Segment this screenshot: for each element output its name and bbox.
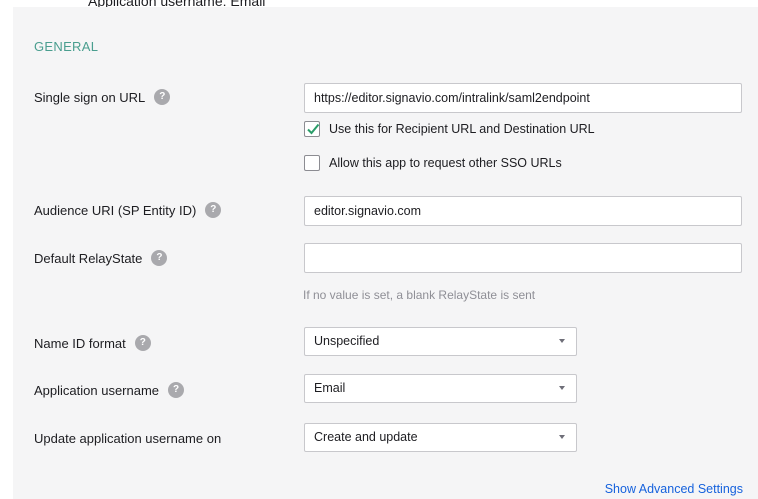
other-sso-checkbox-label: Allow this app to request other SSO URLs — [329, 156, 562, 170]
audience-uri-label: Audience URI (SP Entity ID) ? — [34, 202, 222, 218]
audience-uri-label-text: Audience URI (SP Entity ID) — [34, 202, 197, 218]
recipient-url-checkbox-row[interactable]: Use this for Recipient URL and Destinati… — [304, 121, 595, 137]
app-username-value: Email — [314, 381, 346, 395]
other-sso-checkbox[interactable] — [304, 155, 320, 171]
update-username-on-label: Update application username on — [34, 431, 221, 446]
app-username-label: Application username ? — [34, 382, 185, 398]
caret-down-icon — [559, 435, 565, 439]
update-username-on-select[interactable]: Create and update — [304, 423, 577, 452]
help-icon[interactable]: ? — [134, 335, 151, 351]
recipient-url-checkbox[interactable] — [304, 121, 320, 137]
audience-uri-input[interactable] — [304, 196, 742, 226]
app-username-select[interactable]: Email — [304, 374, 577, 403]
section-title: GENERAL — [34, 39, 99, 54]
recipient-url-checkbox-label: Use this for Recipient URL and Destinati… — [329, 122, 595, 136]
relay-state-label: Default RelayState ? — [34, 250, 168, 266]
help-icon[interactable]: ? — [205, 202, 222, 218]
checkmark-icon — [307, 123, 320, 135]
update-username-on-value: Create and update — [314, 430, 418, 444]
relay-state-input[interactable] — [304, 243, 742, 273]
caret-down-icon — [559, 339, 565, 343]
relay-state-label-text: Default RelayState — [34, 250, 143, 266]
caret-down-icon — [559, 386, 565, 390]
name-id-format-select[interactable]: Unspecified — [304, 327, 577, 356]
sso-url-label: Single sign on URL ? — [34, 89, 171, 105]
name-id-format-value: Unspecified — [314, 334, 380, 348]
help-icon[interactable]: ? — [151, 250, 168, 266]
show-advanced-settings-link[interactable]: Show Advanced Settings — [605, 482, 743, 496]
relay-state-hint: If no value is set, a blank RelayState i… — [303, 288, 536, 302]
general-settings-panel: GENERAL Single sign on URL ? Use this fo… — [13, 7, 758, 499]
name-id-format-label-text: Name ID format — [34, 335, 126, 351]
sso-url-input[interactable] — [304, 83, 742, 113]
name-id-format-label: Name ID format ? — [34, 335, 151, 351]
other-sso-checkbox-row[interactable]: Allow this app to request other SSO URLs — [304, 155, 562, 171]
help-icon[interactable]: ? — [154, 89, 171, 105]
update-username-on-label-text: Update application username on — [34, 431, 222, 446]
sso-url-label-text: Single sign on URL — [34, 89, 146, 105]
app-username-label-text: Application username — [34, 382, 160, 398]
help-icon[interactable]: ? — [168, 382, 185, 398]
